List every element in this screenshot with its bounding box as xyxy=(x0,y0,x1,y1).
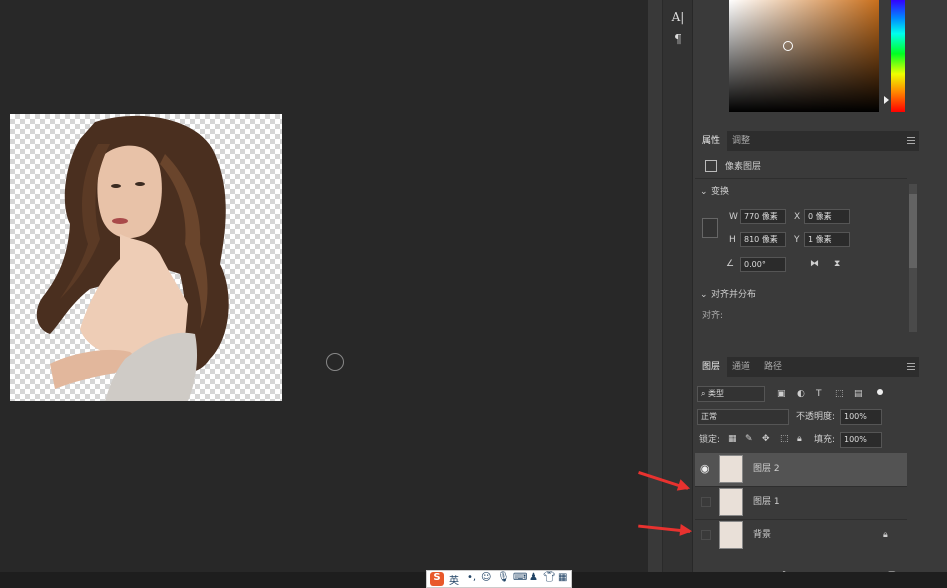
color-field[interactable] xyxy=(729,0,879,112)
layer-thumbnail xyxy=(719,488,743,516)
w-label: W xyxy=(729,212,738,222)
transform-section-title[interactable]: 变换 xyxy=(711,186,729,198)
divider xyxy=(695,519,907,520)
filter-type-icon[interactable]: T xyxy=(816,388,822,400)
lock-icon: 🔒︎ xyxy=(883,530,888,540)
layer-thumbnail xyxy=(719,455,743,483)
properties-tabbar: 属性 调整 xyxy=(695,131,919,151)
angle-field[interactable]: 0.00° xyxy=(740,257,786,272)
layer-row[interactable]: 图层 1 xyxy=(695,486,907,519)
filter-toggle-icon[interactable] xyxy=(877,389,883,395)
layer-name[interactable]: 图层 1 xyxy=(753,496,780,508)
layer-row[interactable]: 背景 🔒︎ xyxy=(695,519,907,552)
portrait-image xyxy=(36,115,229,401)
lock-transparent-icon[interactable]: ▦ xyxy=(728,433,737,445)
tab-paths[interactable]: 路径 xyxy=(757,357,789,377)
align-label: 对齐: xyxy=(702,311,724,321)
lock-all-icon[interactable]: 🔒︎ xyxy=(797,433,802,445)
chevron-down-icon[interactable]: ⌄ xyxy=(700,289,708,301)
skin-icon[interactable]: 👕︎ xyxy=(543,572,556,583)
eye-icon[interactable]: ◉ xyxy=(700,463,710,475)
lock-move-icon[interactable]: ✥ xyxy=(762,433,770,445)
lock-brush-icon[interactable]: ✎ xyxy=(745,433,753,445)
hue-slider[interactable] xyxy=(891,0,905,112)
panel-menu-icon[interactable] xyxy=(907,363,915,370)
emoji-icon[interactable]: ☺ xyxy=(481,572,491,583)
pixel-layer-icon xyxy=(705,160,717,172)
y-field[interactable]: 1 像素 xyxy=(804,232,850,247)
x-label: X xyxy=(794,212,801,222)
visibility-toggle[interactable] xyxy=(701,497,711,507)
tab-layers[interactable]: 图层 xyxy=(695,357,728,377)
chevron-down-icon[interactable]: ⌄ xyxy=(700,186,708,198)
opacity-label: 不透明度: xyxy=(796,412,836,422)
color-picker-handle[interactable] xyxy=(783,41,793,51)
layer-name[interactable]: 背景 xyxy=(753,529,771,541)
align-section-title[interactable]: 对齐并分布 xyxy=(711,289,756,301)
visibility-toggle[interactable] xyxy=(701,530,711,540)
ime-logo: S xyxy=(430,572,444,586)
h-label: H xyxy=(729,235,736,245)
filter-kind-select[interactable]: ⌕ 类型 xyxy=(697,386,765,402)
tab-properties[interactable]: 属性 xyxy=(695,131,728,151)
brush-cursor xyxy=(326,353,344,371)
layer-row[interactable]: ◉ 图层 2 xyxy=(695,453,907,486)
properties-scroll-thumb[interactable] xyxy=(909,194,917,268)
hue-slider-handle[interactable] xyxy=(884,96,889,104)
microphone-icon[interactable]: 🎙︎ xyxy=(497,572,510,583)
search-icon: ⌕ xyxy=(701,389,709,398)
filter-adjustment-icon[interactable]: ◐ xyxy=(797,388,805,400)
y-label: Y xyxy=(794,235,800,245)
keyboard-icon[interactable]: ⌨ xyxy=(513,572,527,583)
height-field[interactable]: 810 像素 xyxy=(740,232,786,247)
layer-name[interactable]: 图层 2 xyxy=(753,463,780,475)
filter-smart-object-icon[interactable]: ▤ xyxy=(854,388,863,400)
lock-artboard-icon[interactable]: ⬚ xyxy=(780,433,789,445)
panel-menu-icon[interactable] xyxy=(907,137,915,144)
filter-pixel-icon[interactable]: ▣ xyxy=(777,388,786,400)
filter-shape-icon[interactable]: ⬚ xyxy=(835,388,844,400)
toolbox-icon[interactable]: ▦ xyxy=(558,572,567,583)
angle-icon: ∠ xyxy=(726,259,735,269)
link-dimensions-button[interactable] xyxy=(702,218,718,238)
lock-label: 锁定: xyxy=(699,435,721,445)
collapsed-panel-column: A| ¶ xyxy=(662,0,692,588)
flip-horizontal-icon[interactable]: ⧓ xyxy=(810,258,819,270)
flip-vertical-icon[interactable]: ⧗ xyxy=(834,258,840,270)
dock-separator xyxy=(648,0,662,588)
user-icon[interactable]: ♟ xyxy=(529,572,538,583)
punctuation-icon[interactable]: •, xyxy=(467,572,476,583)
ime-language[interactable]: 英 xyxy=(449,572,459,587)
blend-mode-select[interactable]: 正常 xyxy=(697,409,789,425)
layer-thumbnail xyxy=(719,521,743,549)
character-panel-icon[interactable]: A| xyxy=(667,10,689,28)
divider xyxy=(695,486,907,487)
layers-tabbar: 图层 通道 路径 xyxy=(695,357,919,377)
ime-toolbar[interactable]: S 英 •, ☺ 🎙︎ ⌨ ♟ 👕︎ ▦ xyxy=(426,570,572,588)
document-canvas[interactable] xyxy=(10,114,282,401)
fill-field[interactable]: 100% xyxy=(840,432,882,448)
filter-kind-value: 类型 xyxy=(708,389,725,398)
x-field[interactable]: 0 像素 xyxy=(804,209,850,224)
paragraph-panel-icon[interactable]: ¶ xyxy=(667,32,689,50)
divider xyxy=(695,178,907,179)
layer-kind-label: 像素图层 xyxy=(725,162,762,172)
fill-label: 填充: xyxy=(814,435,836,445)
tab-adjustments[interactable]: 调整 xyxy=(725,131,757,151)
width-field[interactable]: 770 像素 xyxy=(740,209,786,224)
tab-channels[interactable]: 通道 xyxy=(725,357,757,377)
opacity-field[interactable]: 100% xyxy=(840,409,882,425)
